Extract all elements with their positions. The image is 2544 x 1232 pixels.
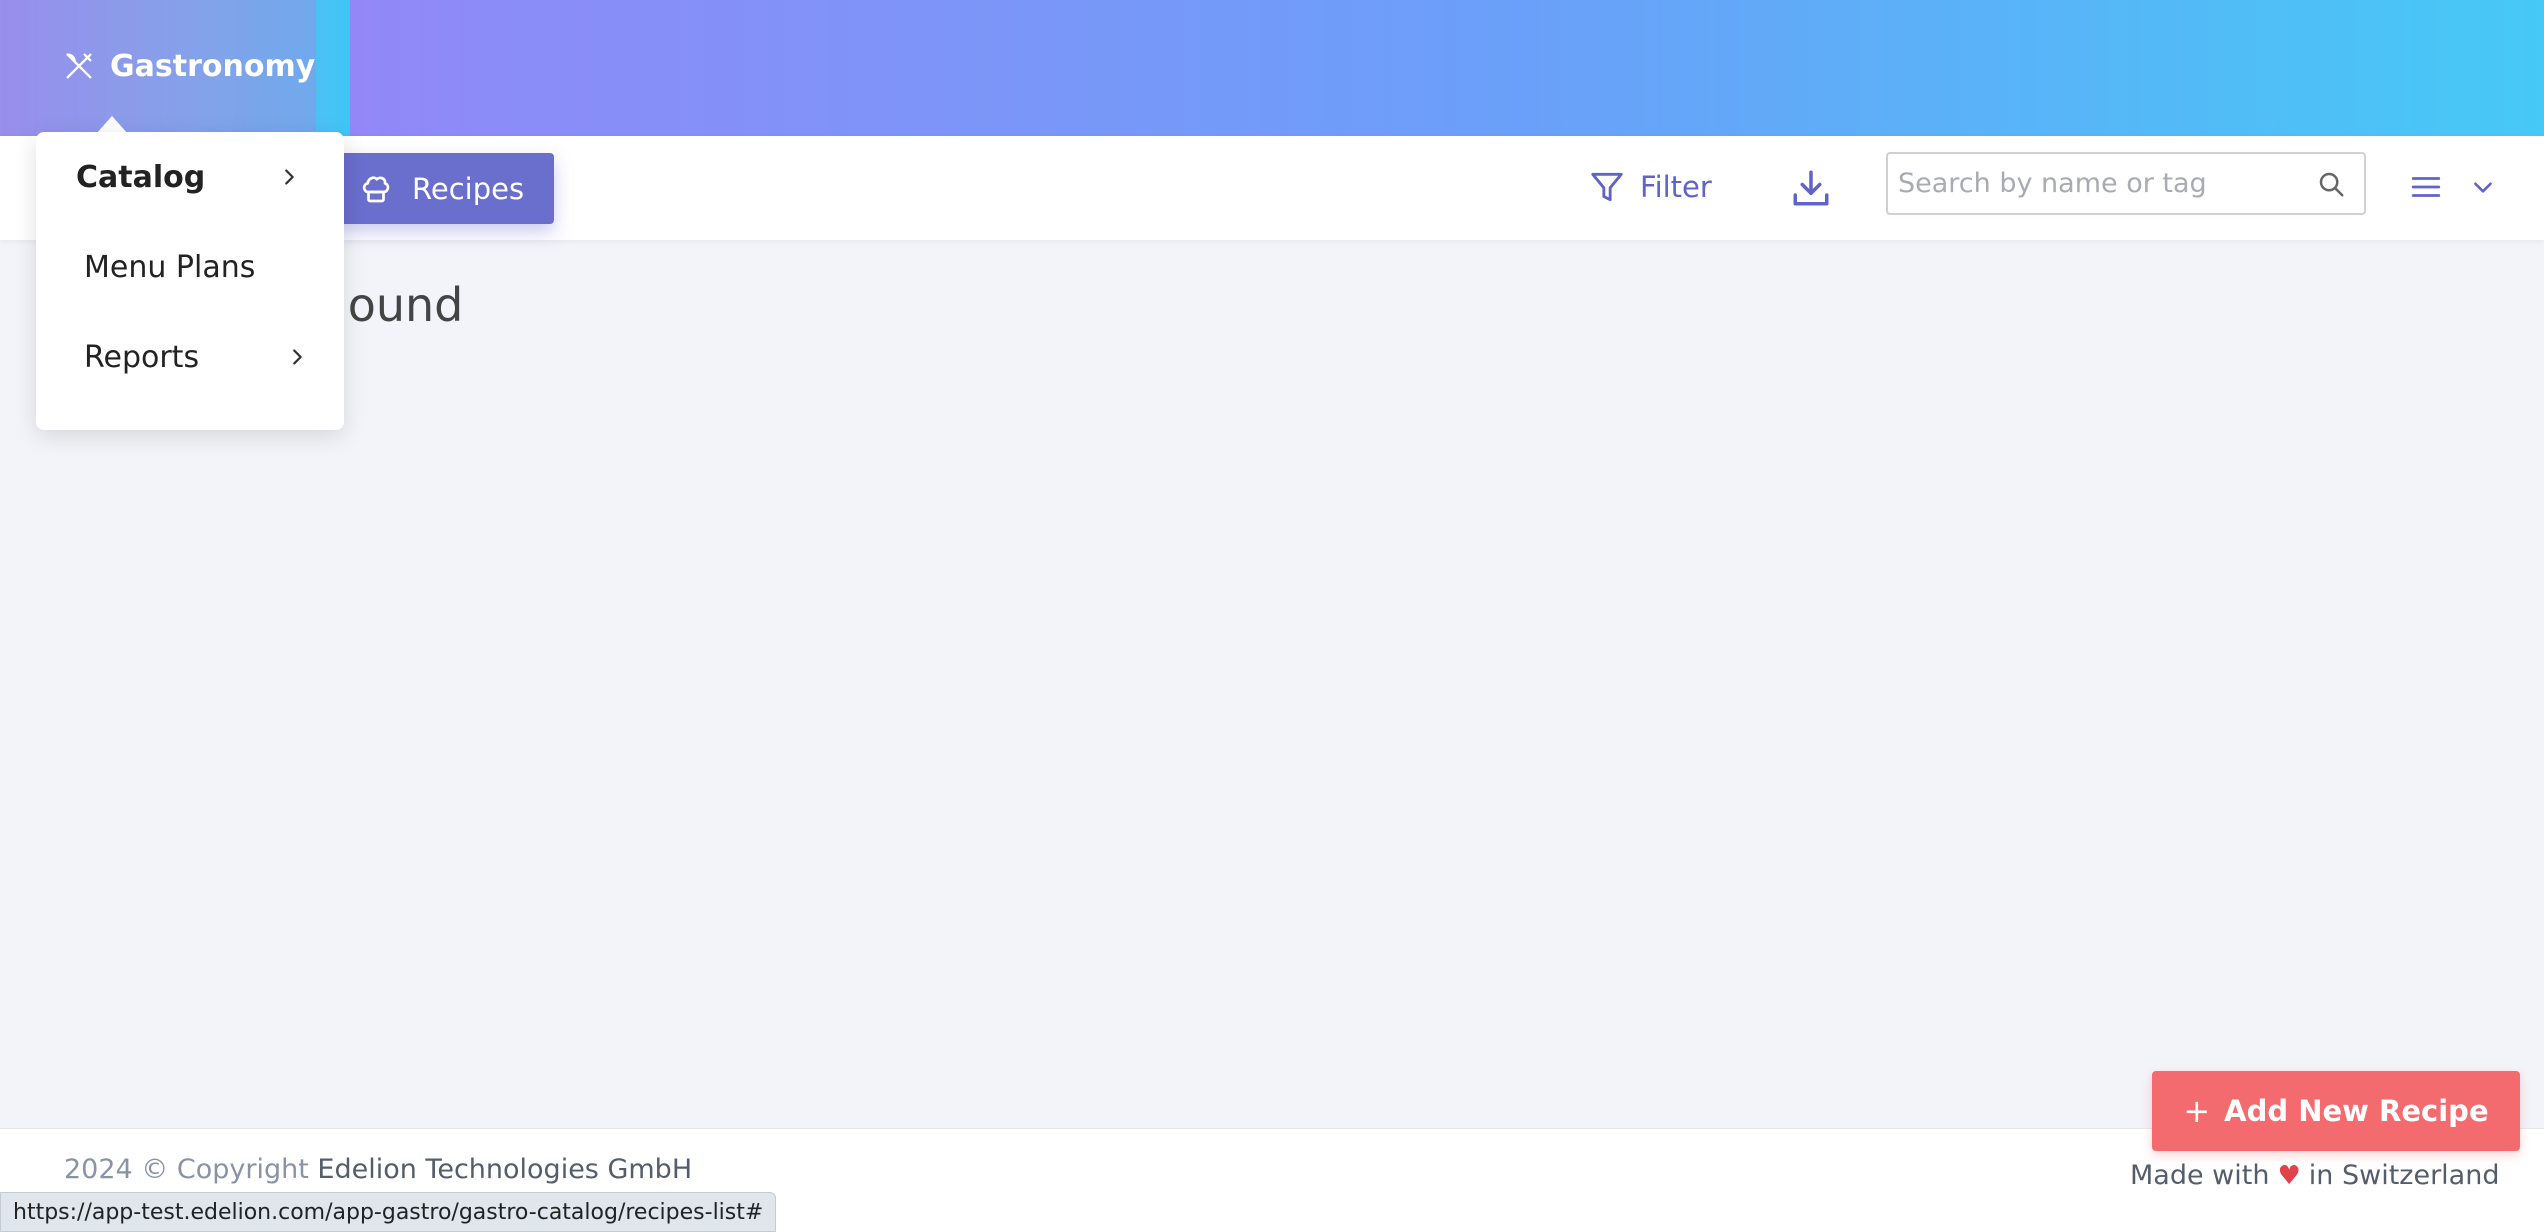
chevron-right-icon [285, 169, 294, 185]
copyright-text: 2024 © Copyright Edelion Technologies Gm… [64, 1154, 692, 1185]
brand-menu-toggle[interactable]: Gastronomy [62, 44, 315, 88]
copyright-year: 2024 © Copyright [64, 1154, 309, 1185]
dropdown-item-reports[interactable]: Reports [36, 312, 344, 402]
dropdown-item-label: Catalog [76, 159, 206, 195]
search-input[interactable] [1888, 154, 2316, 213]
chevron-right-icon [293, 349, 302, 365]
status-bar-url: https://app-test.edelion.com/app-gastro/… [0, 1192, 777, 1232]
navigation-dropdown: Catalog Menu Plans Reports [36, 132, 344, 430]
heart-icon: ♥ [2277, 1160, 2301, 1191]
dropdown-item-label: Menu Plans [84, 249, 256, 285]
download-button[interactable] [1790, 166, 1832, 210]
fork-knife-icon [66, 53, 92, 79]
filter-label: Filter [1640, 170, 1712, 204]
filter-button[interactable]: Filter [1588, 162, 1712, 212]
dropdown-item-catalog[interactable]: Catalog [36, 132, 344, 222]
chef-hat-icon [362, 175, 390, 202]
top-header-bar [0, 0, 2544, 136]
dropdown-item-label: Reports [84, 339, 200, 375]
download-icon [1793, 170, 1829, 206]
chevron-down-icon [2474, 182, 2492, 193]
add-new-recipe-button[interactable]: + Add New Recipe [2152, 1071, 2520, 1151]
dropdown-item-menu-plans[interactable]: Menu Plans [36, 222, 344, 312]
country-label: in Switzerland [2308, 1160, 2500, 1191]
company-name: Edelion Technologies GmbH [317, 1154, 693, 1185]
search-icon[interactable] [2316, 169, 2346, 199]
brand-label: Gastronomy [110, 48, 316, 84]
add-new-recipe-label: Add New Recipe [2224, 1094, 2489, 1128]
hamburger-menu-button[interactable] [2408, 170, 2444, 204]
hamburger-icon [2411, 177, 2441, 197]
made-with-label: Made with [2130, 1160, 2270, 1191]
filter-icon [1591, 172, 1623, 202]
brand-area: Gastronomy [0, 0, 350, 136]
tab-recipes[interactable]: Recipes [330, 153, 554, 224]
plus-icon: + [2183, 1092, 2211, 1130]
search-box [1886, 152, 2366, 215]
made-with-text: Made with ♥ in Switzerland [2130, 1160, 2499, 1191]
tab-recipes-label: Recipes [412, 171, 525, 206]
user-menu-toggle[interactable] [2468, 174, 2498, 200]
